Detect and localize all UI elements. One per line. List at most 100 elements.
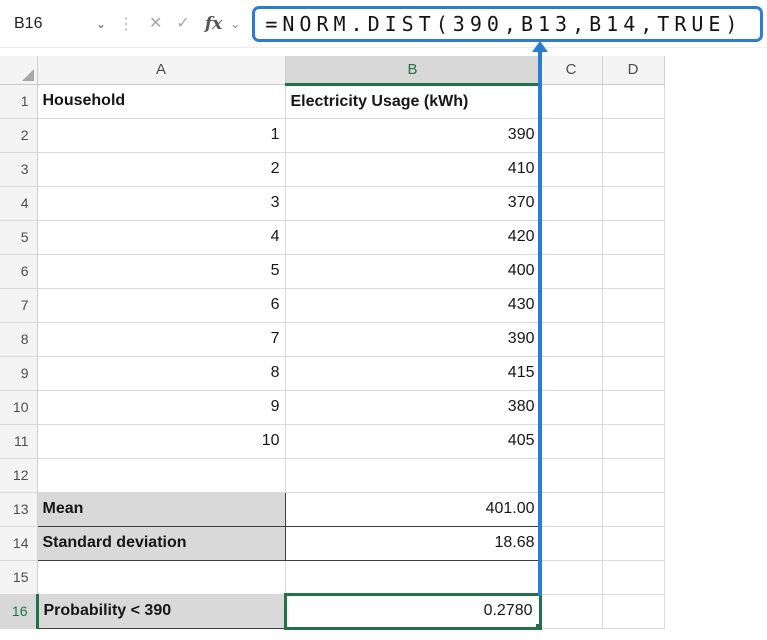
table-row: 4 3 370 — [0, 186, 664, 220]
cell-A6[interactable]: 5 — [37, 254, 285, 288]
name-box-chevron-icon[interactable]: ⌄ — [96, 18, 106, 30]
cell-B4[interactable]: 370 — [285, 186, 540, 220]
cell-C12[interactable] — [540, 458, 602, 492]
cancel-icon[interactable]: ✕ — [149, 16, 162, 32]
cell-B13[interactable]: 401.00 — [285, 492, 540, 526]
row-header-12[interactable]: 12 — [0, 458, 37, 492]
row-header-11[interactable]: 11 — [0, 424, 37, 458]
cell-C4[interactable] — [540, 186, 602, 220]
cell-A9[interactable]: 8 — [37, 356, 285, 390]
cell-B6[interactable]: 400 — [285, 254, 540, 288]
cell-D8[interactable] — [602, 322, 664, 356]
cell-B10[interactable]: 380 — [285, 390, 540, 424]
cell-C11[interactable] — [540, 424, 602, 458]
row-header-7[interactable]: 7 — [0, 288, 37, 322]
cell-C9[interactable] — [540, 356, 602, 390]
cell-D15[interactable] — [602, 560, 664, 594]
fill-handle[interactable] — [534, 622, 541, 629]
cell-A1[interactable]: Household — [37, 84, 285, 118]
column-header-row: A B C D — [0, 56, 664, 84]
cell-C13[interactable] — [540, 492, 602, 526]
select-all-button[interactable] — [0, 56, 37, 84]
cell-C3[interactable] — [540, 152, 602, 186]
cell-C14[interactable] — [540, 526, 602, 560]
column-header-A[interactable]: A — [37, 56, 285, 84]
cell-D12[interactable] — [602, 458, 664, 492]
cell-D10[interactable] — [602, 390, 664, 424]
cell-B5[interactable]: 420 — [285, 220, 540, 254]
cell-D6[interactable] — [602, 254, 664, 288]
cell-B2[interactable]: 390 — [285, 118, 540, 152]
cell-B14[interactable]: 18.68 — [285, 526, 540, 560]
cell-A3[interactable]: 2 — [37, 152, 285, 186]
row-header-13[interactable]: 13 — [0, 492, 37, 526]
row-header-16[interactable]: 16 — [0, 594, 37, 628]
table-row: 15 — [0, 560, 664, 594]
table-row: 5 4 420 — [0, 220, 664, 254]
cell-A11[interactable]: 10 — [37, 424, 285, 458]
cell-A12[interactable] — [37, 458, 285, 492]
row-header-4[interactable]: 4 — [0, 186, 37, 220]
cell-D7[interactable] — [602, 288, 664, 322]
cell-B8[interactable]: 390 — [285, 322, 540, 356]
row-header-14[interactable]: 14 — [0, 526, 37, 560]
cell-B11[interactable]: 405 — [285, 424, 540, 458]
row-header-10[interactable]: 10 — [0, 390, 37, 424]
enter-icon[interactable]: ✓ — [176, 16, 189, 32]
cell-C8[interactable] — [540, 322, 602, 356]
cell-B3[interactable]: 410 — [285, 152, 540, 186]
cell-C7[interactable] — [540, 288, 602, 322]
table-row: 16 Probability < 390 0.2780 — [0, 594, 664, 628]
cell-C5[interactable] — [540, 220, 602, 254]
cell-C6[interactable] — [540, 254, 602, 288]
insert-function-icon[interactable]: fx — [205, 14, 222, 34]
cell-C2[interactable] — [540, 118, 602, 152]
formula-bar-expand-icon[interactable]: ⌄ — [230, 17, 240, 31]
row-header-15[interactable]: 15 — [0, 560, 37, 594]
cell-A7[interactable]: 6 — [37, 288, 285, 322]
cell-A14[interactable]: Standard deviation — [37, 526, 285, 560]
cell-A4[interactable]: 3 — [37, 186, 285, 220]
column-header-D[interactable]: D — [602, 56, 664, 84]
cell-B7[interactable]: 430 — [285, 288, 540, 322]
cell-C10[interactable] — [540, 390, 602, 424]
cell-A13[interactable]: Mean — [37, 492, 285, 526]
cell-A5[interactable]: 4 — [37, 220, 285, 254]
cell-D3[interactable] — [602, 152, 664, 186]
selected-cell-B16[interactable]: 0.2780 — [285, 594, 540, 628]
cell-B1[interactable]: Electricity Usage (kWh) — [285, 84, 540, 118]
cell-B15[interactable] — [285, 560, 540, 594]
name-box[interactable]: B16 ⌄ — [10, 9, 114, 39]
column-header-C[interactable]: C — [540, 56, 602, 84]
row-header-8[interactable]: 8 — [0, 322, 37, 356]
cell-D14[interactable] — [602, 526, 664, 560]
table-row: 13 Mean 401.00 — [0, 492, 664, 526]
cell-D16[interactable] — [602, 594, 664, 628]
cell-D5[interactable] — [602, 220, 664, 254]
cell-B12[interactable] — [285, 458, 540, 492]
cell-A15[interactable] — [37, 560, 285, 594]
row-header-1[interactable]: 1 — [0, 84, 37, 118]
row-header-3[interactable]: 3 — [0, 152, 37, 186]
cell-A10[interactable]: 9 — [37, 390, 285, 424]
cell-D11[interactable] — [602, 424, 664, 458]
cell-C15[interactable] — [540, 560, 602, 594]
cell-B9[interactable]: 415 — [285, 356, 540, 390]
cell-A2[interactable]: 1 — [37, 118, 285, 152]
column-header-B[interactable]: B — [285, 56, 540, 84]
cell-D9[interactable] — [602, 356, 664, 390]
table-row: 7 6 430 — [0, 288, 664, 322]
row-header-9[interactable]: 9 — [0, 356, 37, 390]
row-header-6[interactable]: 6 — [0, 254, 37, 288]
row-header-5[interactable]: 5 — [0, 220, 37, 254]
cell-C1[interactable] — [540, 84, 602, 118]
row-header-2[interactable]: 2 — [0, 118, 37, 152]
cell-D2[interactable] — [602, 118, 664, 152]
cell-D13[interactable] — [602, 492, 664, 526]
cell-D1[interactable] — [602, 84, 664, 118]
cell-A8[interactable]: 7 — [37, 322, 285, 356]
cell-A16[interactable]: Probability < 390 — [37, 594, 285, 628]
cell-C16[interactable] — [540, 594, 602, 628]
cell-D4[interactable] — [602, 186, 664, 220]
formula-input[interactable]: =NORM.DIST(390,B13,B14,TRUE) — [252, 6, 763, 42]
